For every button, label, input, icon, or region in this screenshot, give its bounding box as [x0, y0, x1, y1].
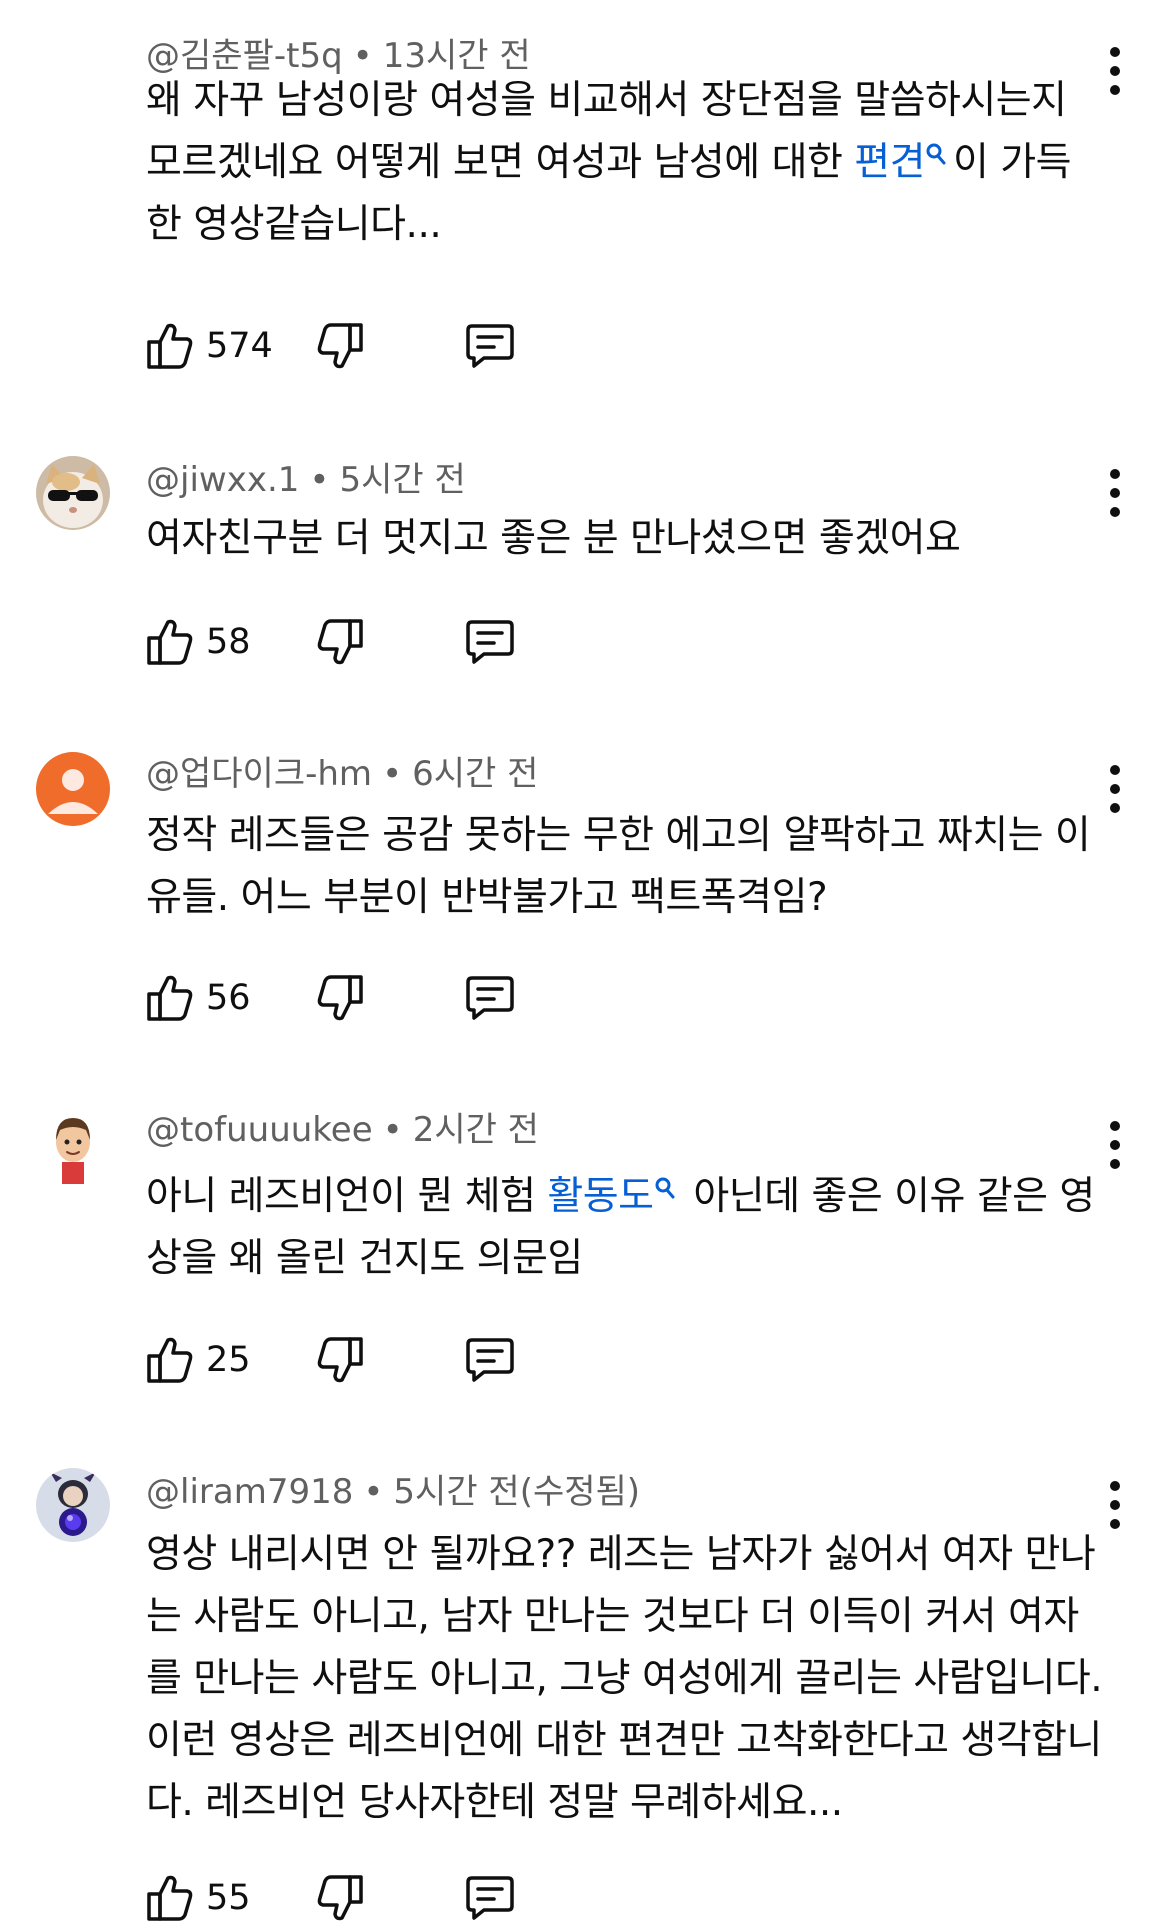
- like-button[interactable]: 25: [146, 1332, 251, 1388]
- reply-button[interactable]: [464, 970, 516, 1026]
- like-count: 55: [206, 1878, 251, 1918]
- avatar-character-image: [36, 1110, 110, 1184]
- comment-text-part: 정작 레즈들은 공감 못하는 무한 에고의 얄팍하고 짜치는 이유들. 어느 부…: [146, 813, 1091, 920]
- search-link[interactable]: 활동도: [547, 1174, 654, 1219]
- thumbs-down-icon: [317, 619, 363, 665]
- comment-meta: @jiwxx.1 • 5시간 전: [146, 458, 466, 502]
- thumbs-up-icon: [147, 619, 193, 665]
- default-avatar-icon: [36, 752, 110, 826]
- reply-icon: [466, 1876, 514, 1920]
- comment-meta: @liram7918 • 5시간 전(수정됨): [146, 1470, 640, 1514]
- comment-text-part: 아니 레즈비언이 뭔 체험: [146, 1174, 548, 1219]
- like-count: 574: [206, 326, 273, 366]
- meta-separator: •: [309, 460, 330, 500]
- reply-button[interactable]: [464, 1332, 516, 1388]
- like-button[interactable]: 58: [146, 614, 251, 670]
- comment-text-part: 영상 내리시면 안 될까요?? 레즈는 남자가 싫어서 여자 만나는 사람도 아…: [146, 1532, 1103, 1825]
- reply-icon: [466, 976, 514, 1020]
- dislike-button[interactable]: [316, 970, 364, 1026]
- dislike-button[interactable]: [316, 1332, 364, 1388]
- reply-button[interactable]: [464, 318, 516, 374]
- edited-label: (수정됨): [519, 1472, 641, 1512]
- avatar[interactable]: [36, 1468, 110, 1542]
- search-link[interactable]: 편견: [854, 140, 925, 185]
- meta-separator: •: [363, 1472, 384, 1512]
- search-icon[interactable]: [654, 1176, 676, 1202]
- comment-text-part: 왜 자꾸 남성이랑 여성을 비교해서 장단점을 말씀하시는지 모르겠네요 어떻게…: [146, 78, 1067, 185]
- thumbs-up-icon: [147, 323, 193, 369]
- dislike-button[interactable]: [316, 318, 364, 374]
- comment-meta: @업다이크-hm • 6시간 전: [146, 752, 538, 796]
- more-options-button[interactable]: [1097, 1118, 1133, 1172]
- thumbs-down-icon: [317, 975, 363, 1021]
- avatar-cat-image: [36, 456, 110, 530]
- comment-meta: @tofuuuukee • 2시간 전: [146, 1108, 539, 1152]
- reply-icon: [466, 1338, 514, 1382]
- comment-text: 영상 내리시면 안 될까요?? 레즈는 남자가 싫어서 여자 만나는 사람도 아…: [146, 1524, 1106, 1834]
- reply-button[interactable]: [464, 1870, 516, 1926]
- comment-time: 6시간 전: [412, 754, 539, 794]
- comment-text: 왜 자꾸 남성이랑 여성을 비교해서 장단점을 말씀하시는지 모르겠네요 어떻게…: [146, 70, 1106, 256]
- comment-author[interactable]: @liram7918: [146, 1472, 353, 1512]
- dislike-button[interactable]: [316, 1870, 364, 1926]
- thumbs-up-icon: [147, 1875, 193, 1921]
- more-vert-icon: [1110, 1121, 1120, 1169]
- comment-text: 정작 레즈들은 공감 못하는 무한 에고의 얄팍하고 짜치는 이유들. 어느 부…: [146, 805, 1106, 929]
- thumbs-up-icon: [147, 975, 193, 1021]
- meta-separator: •: [382, 1110, 403, 1150]
- meta-separator: •: [382, 754, 403, 794]
- like-count: 58: [206, 622, 251, 662]
- avatar-character-image: [36, 1468, 110, 1542]
- comment-time: 5시간 전: [393, 1472, 520, 1512]
- comment-time: 2시간 전: [412, 1110, 539, 1150]
- dislike-button[interactable]: [316, 614, 364, 670]
- like-count: 56: [206, 978, 251, 1018]
- reply-icon: [466, 620, 514, 664]
- like-button[interactable]: 55: [146, 1870, 251, 1926]
- search-icon[interactable]: [925, 142, 947, 168]
- comment-author[interactable]: @jiwxx.1: [146, 460, 299, 500]
- comment-author[interactable]: @업다이크-hm: [146, 754, 372, 794]
- like-button[interactable]: 574: [146, 318, 273, 374]
- comment-text-part: 여자친구분 더 멋지고 좋은 분 만나셨으면 좋겠어요: [146, 516, 961, 561]
- reply-icon: [466, 324, 514, 368]
- thumbs-up-icon: [147, 1337, 193, 1383]
- comment-author[interactable]: @tofuuuukee: [146, 1110, 373, 1150]
- comment-text: 여자친구분 더 멋지고 좋은 분 만나셨으면 좋겠어요: [146, 508, 1106, 570]
- thumbs-down-icon: [317, 1337, 363, 1383]
- comment-time: 5시간 전: [339, 460, 466, 500]
- avatar[interactable]: [36, 1110, 110, 1184]
- like-count: 25: [206, 1340, 251, 1380]
- like-button[interactable]: 56: [146, 970, 251, 1026]
- thumbs-down-icon: [317, 1875, 363, 1921]
- reply-button[interactable]: [464, 614, 516, 670]
- thumbs-down-icon: [317, 323, 363, 369]
- avatar[interactable]: [36, 752, 110, 826]
- comment-text: 아니 레즈비언이 뭔 체험 활동도 아닌데 좋은 이유 같은 영상을 왜 올린 …: [146, 1166, 1106, 1290]
- avatar[interactable]: [36, 456, 110, 530]
